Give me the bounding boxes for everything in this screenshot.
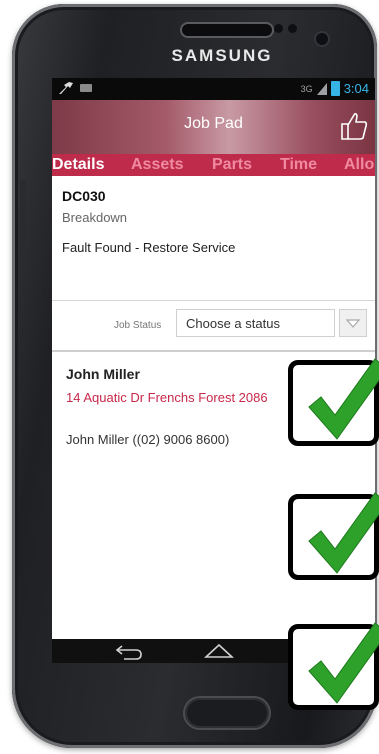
- checkmark-icon: [308, 358, 379, 440]
- earpiece-speaker: [182, 24, 272, 36]
- dropdown-arrow-icon: [345, 319, 361, 328]
- front-camera: [316, 33, 328, 45]
- signal-icon: [316, 82, 327, 95]
- keyboard-icon: [80, 84, 92, 92]
- tab-time[interactable]: Time: [280, 156, 317, 174]
- tab-allocation[interactable]: Allo: [344, 156, 374, 174]
- tab-assets[interactable]: Assets: [131, 156, 183, 174]
- checkmark-icon: [308, 492, 379, 574]
- app-title: Job Pad: [184, 115, 243, 132]
- checkmark-badge: [288, 492, 379, 580]
- home-button[interactable]: [185, 698, 269, 728]
- light-sensor: [288, 24, 297, 33]
- divider: [52, 350, 375, 352]
- checkmark-badge: [288, 622, 379, 710]
- app-header: Job Pad: [52, 100, 375, 154]
- client-address[interactable]: 14 Aquatic Dr Frenchs Forest 2086: [66, 390, 268, 405]
- job-description: Fault Found - Restore Service: [62, 240, 236, 255]
- brand-logo: SAMSUNG: [171, 46, 273, 65]
- job-status-dropdown-button[interactable]: [339, 309, 367, 337]
- tab-details[interactable]: Details: [52, 156, 104, 174]
- divider: [52, 300, 375, 301]
- tab-parts[interactable]: Parts: [212, 156, 252, 174]
- volume-key[interactable]: [20, 180, 26, 260]
- home-outline-icon[interactable]: [202, 642, 236, 660]
- notification-icon: [59, 82, 73, 94]
- job-type: Breakdown: [62, 210, 128, 225]
- battery-icon: [330, 81, 340, 96]
- network-type: 3G: [300, 83, 313, 94]
- client-contact[interactable]: John Miller ((02) 9006 8600): [66, 432, 229, 447]
- client-name: John Miller: [66, 366, 140, 382]
- tab-bar: Details Assets Parts Time Allo: [52, 154, 375, 176]
- checkmark-icon: [308, 622, 379, 704]
- proximity-sensor: [274, 24, 283, 33]
- checkmark-badge: [288, 358, 379, 446]
- job-status-label: Job Status: [114, 320, 162, 331]
- thumbs-up-icon[interactable]: [339, 110, 369, 142]
- back-icon[interactable]: [112, 643, 144, 660]
- job-status-select[interactable]: Choose a status: [176, 309, 335, 337]
- job-code: DC030: [62, 188, 106, 204]
- status-bar: 3G 3:04: [52, 78, 375, 100]
- clock: 3:04: [343, 81, 369, 96]
